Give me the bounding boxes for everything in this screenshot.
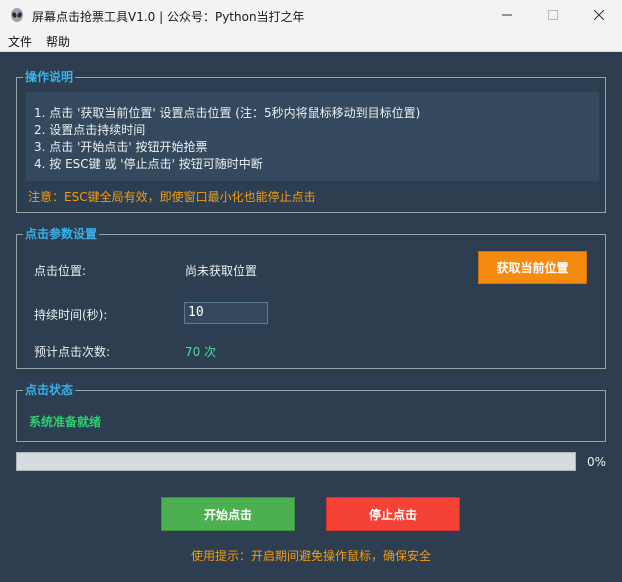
menu-bar: 文件 帮助: [0, 32, 622, 52]
instruction-line: 1. 点击 '获取当前位置' 设置点击位置 (注：5秒内将鼠标移动到目标位置): [34, 106, 421, 120]
maximize-icon: [548, 9, 558, 23]
get-position-button[interactable]: 获取当前位置: [478, 251, 587, 284]
duration-label: 持续时间(秒):: [34, 308, 108, 322]
progress-bar: [16, 452, 576, 471]
estimate-label: 预计点击次数:: [34, 345, 111, 359]
instructions-panel: 1. 点击 '获取当前位置' 设置点击位置 (注：5秒内将鼠标移动到目标位置) …: [26, 92, 599, 181]
stop-click-button[interactable]: 停止点击: [326, 497, 460, 531]
position-value: 尚未获取位置: [185, 264, 258, 278]
start-click-button[interactable]: 开始点击: [161, 497, 295, 531]
progress-percent: 0%: [587, 455, 607, 469]
minimize-button[interactable]: [484, 0, 530, 32]
position-label: 点击位置:: [34, 264, 87, 278]
close-button[interactable]: [576, 0, 622, 32]
duration-input[interactable]: 10: [184, 302, 268, 324]
status-group: 点击状态 系统准备就绪: [16, 382, 606, 442]
menu-file[interactable]: 文件: [8, 33, 32, 50]
window-title: 屏幕点击抢票工具V1.0 | 公众号：Python当打之年: [32, 10, 305, 24]
params-group: 点击参数设置 点击位置: 尚未获取位置 获取当前位置 持续时间(秒): 10 预…: [16, 226, 606, 369]
minimize-icon: [502, 9, 512, 23]
status-text: 系统准备就绪: [29, 415, 102, 429]
params-legend: 点击参数设置: [23, 226, 100, 242]
close-icon: [593, 9, 605, 23]
esc-note: 注意：ESC键全局有效，即使窗口最小化也能停止点击: [28, 190, 316, 204]
menu-help[interactable]: 帮助: [46, 33, 70, 50]
instruction-line: 3. 点击 '开始点击' 按钮开始抢票: [34, 140, 208, 154]
maximize-button[interactable]: [530, 0, 576, 32]
instructions-group: 操作说明 1. 点击 '获取当前位置' 设置点击位置 (注：5秒内将鼠标移动到目…: [16, 69, 606, 213]
instructions-legend: 操作说明: [23, 69, 76, 85]
usage-tip: 使用提示：开启期间避免操作鼠标，确保安全: [190, 549, 431, 563]
estimate-value: 70 次: [185, 345, 217, 359]
status-legend: 点击状态: [23, 382, 76, 398]
alien-icon: [8, 7, 26, 25]
title-bar[interactable]: 屏幕点击抢票工具V1.0 | 公众号：Python当打之年: [0, 0, 622, 32]
instruction-line: 2. 设置点击持续时间: [34, 123, 146, 137]
instruction-line: 4. 按 ESC键 或 '停止点击' 按钮可随时中断: [34, 157, 263, 171]
